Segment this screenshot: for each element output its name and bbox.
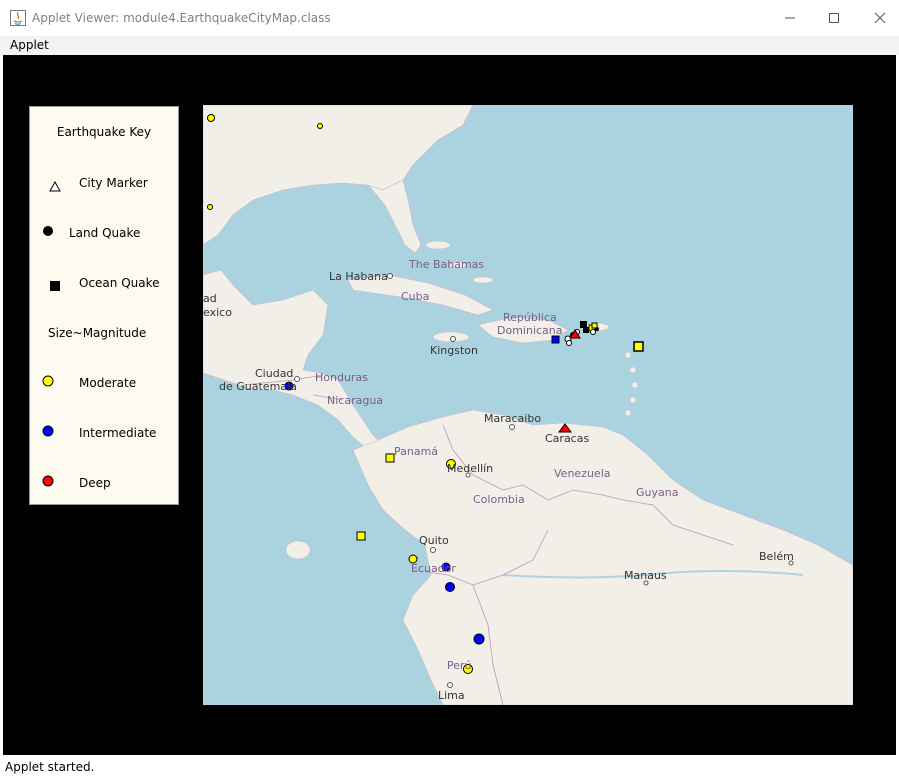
land-florida (367, 179, 422, 254)
earthquake-map[interactable]: La Habana The Bahamas Cuba República Dom… (203, 105, 853, 705)
city-marker-triangle-icon (49, 181, 61, 192)
close-button[interactable] (857, 0, 899, 36)
quake-cluster[interactable] (564, 321, 599, 346)
quake-marker-intermediate-ocean[interactable] (551, 335, 560, 344)
earthquake-key-panel: Earthquake Key City Marker Land Quake Oc… (29, 106, 179, 505)
map-label-venezuela: Venezuela (554, 467, 611, 480)
map-label-manaus: Manaus (624, 569, 667, 582)
land-bahamas-1 (425, 240, 451, 250)
maximize-button[interactable] (811, 0, 857, 36)
map-label-ciudad: Ciudad (255, 367, 294, 380)
quake-marker-intermediate-land[interactable] (473, 633, 485, 645)
map-label-cuba: Cuba (401, 290, 430, 303)
land-quake-circle-icon (43, 226, 53, 236)
map-label-honduras: Honduras (315, 371, 368, 384)
java-app-icon (10, 10, 26, 26)
map-label-republica: República (503, 311, 557, 324)
key-label-city-marker: City Marker (79, 176, 148, 190)
map-label-la-habana: La Habana (329, 270, 388, 283)
map-label-quito: Quito (419, 534, 449, 547)
map-label-kingston: Kingston (430, 344, 478, 357)
intermediate-circle-icon (42, 425, 54, 437)
quake-marker-moderate-ocean[interactable] (633, 341, 644, 352)
status-bar: Applet started. (0, 757, 899, 778)
map-base-layer (203, 105, 853, 705)
map-label-cut-exico: exico (203, 306, 232, 319)
deep-circle-icon (42, 475, 54, 487)
moderate-circle-icon (42, 375, 54, 387)
menu-bar: Applet (0, 36, 899, 55)
close-icon (874, 12, 886, 24)
map-label-belem: Belém (759, 550, 794, 563)
key-label-size-magnitude: Size~Magnitude (48, 326, 147, 340)
quake-marker-moderate-ocean[interactable] (356, 531, 366, 541)
map-label-caracas: Caracas (545, 432, 590, 445)
quake-marker-moderate-land[interactable] (207, 114, 215, 122)
map-label-nicaragua: Nicaragua (327, 394, 384, 407)
map-label-maracaibo: Maracaibo (484, 412, 542, 425)
ocean-quake-square-icon (50, 281, 60, 291)
map-label-colombia: Colombia (473, 493, 525, 506)
minimize-button[interactable] (767, 0, 813, 36)
window-title: Applet Viewer: module4.EarthquakeCityMap… (32, 11, 331, 25)
applet-viewer-window: Applet Viewer: module4.EarthquakeCityMap… (0, 0, 899, 778)
title-bar[interactable]: Applet Viewer: module4.EarthquakeCityMap… (0, 0, 899, 37)
map-label-lima: Lima (438, 689, 465, 702)
maximize-icon (829, 13, 839, 23)
map-label-guyana: Guyana (636, 486, 679, 499)
map-label-medellin: Medellín (447, 462, 494, 475)
key-label-moderate: Moderate (79, 376, 137, 390)
menu-applet[interactable]: Applet (10, 38, 49, 52)
land-usa (203, 105, 474, 246)
land-bahamas-3 (472, 276, 494, 284)
quake-marker-moderate-ocean[interactable] (385, 453, 395, 463)
map-label-de-guatemala: de Guatemala (219, 380, 297, 393)
map-label-cut-ad: ad (203, 292, 217, 305)
land-mexico-yucatan (203, 269, 404, 461)
quake-marker-moderate-land[interactable] (317, 123, 323, 129)
key-label-land-quake: Land Quake (69, 226, 141, 240)
map-label-ecuador: Ecuador (411, 562, 456, 575)
map-label-dominicana: Dominicana (497, 324, 563, 337)
map-label-the-bahamas: The Bahamas (409, 258, 485, 271)
status-text: Applet started. (5, 760, 95, 774)
quake-marker-moderate-land[interactable] (207, 204, 213, 210)
key-label-deep: Deep (79, 476, 111, 490)
map-label-peru: Perú (447, 659, 472, 672)
land-galapagos (285, 540, 311, 560)
key-title: Earthquake Key (56, 125, 152, 139)
key-label-intermediate: Intermediate (79, 426, 157, 440)
key-label-ocean-quake: Ocean Quake (79, 276, 160, 290)
map-label-panama: Panamá (394, 445, 439, 458)
minimize-icon (785, 17, 795, 19)
applet-canvas[interactable]: Earthquake Key City Marker Land Quake Oc… (3, 55, 896, 755)
quake-marker-intermediate-land[interactable] (445, 582, 455, 592)
